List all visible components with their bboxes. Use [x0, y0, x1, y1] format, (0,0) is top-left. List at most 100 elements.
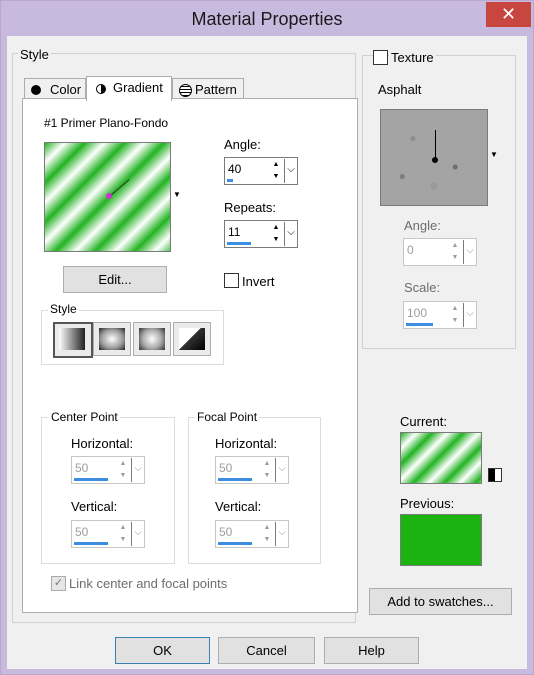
- angle-label: Angle:: [224, 137, 261, 152]
- texture-angle-value: 0: [407, 243, 414, 257]
- previous-swatch[interactable]: [400, 514, 482, 566]
- center-horizontal-arrows: ▲ ▼: [117, 458, 129, 482]
- texture-angle-spinner[interactable]: 0 ▲ ▼ ⌵: [403, 238, 477, 266]
- angle-spinner[interactable]: 40 ▲ ▼ ⌵: [224, 157, 298, 185]
- center-vertical-bar: [74, 542, 108, 545]
- rectangular-style-icon: [99, 328, 125, 350]
- tab-gradient-label: Gradient: [113, 80, 163, 95]
- window-title: Material Properties: [191, 9, 343, 29]
- swap-materials-icon[interactable]: [488, 468, 502, 482]
- center-vertical-arrows: ▲ ▼: [117, 522, 129, 546]
- style-sunburst-button[interactable]: [133, 322, 171, 356]
- focal-horizontal-bar: [218, 478, 252, 481]
- texture-scale-up-arrow-icon[interactable]: ▲: [449, 303, 461, 314]
- texture-angle-dropdown-icon[interactable]: ⌵: [463, 240, 476, 264]
- center-vertical-down-arrow-icon[interactable]: ▼: [117, 534, 129, 545]
- angle-up-arrow-icon[interactable]: ▲: [270, 159, 282, 170]
- repeats-down-arrow-icon[interactable]: ▼: [270, 234, 282, 245]
- angle-value: 40: [228, 162, 242, 176]
- angle-bar: [227, 179, 233, 182]
- texture-scale-bar: [406, 323, 433, 326]
- center-horizontal-dropdown-icon[interactable]: ⌵: [131, 458, 144, 482]
- sunburst-style-icon: [139, 328, 165, 350]
- gradient-center-marker[interactable]: [106, 193, 112, 199]
- focal-vertical-down-arrow-icon[interactable]: ▼: [261, 534, 273, 545]
- texture-preview[interactable]: [380, 109, 488, 206]
- linear-style-icon: [59, 328, 85, 350]
- texture-scale-spinner[interactable]: 100 ▲ ▼ ⌵: [403, 301, 477, 329]
- angle-arrows: ▲ ▼: [270, 159, 282, 183]
- texture-name: Asphalt: [378, 82, 422, 97]
- center-horizontal-spinner[interactable]: 50 ▲ ▼ ⌵: [71, 456, 145, 484]
- title-bar[interactable]: Material Properties ✕: [1, 1, 533, 36]
- center-vertical-dropdown-icon[interactable]: ⌵: [131, 522, 144, 546]
- gradient-dropdown-arrow[interactable]: ▼: [173, 190, 181, 199]
- center-horizontal-up-arrow-icon[interactable]: ▲: [117, 458, 129, 469]
- close-button[interactable]: ✕: [486, 2, 531, 27]
- focal-vertical-up-arrow-icon[interactable]: ▲: [261, 522, 273, 533]
- invert-label: Invert: [242, 274, 275, 289]
- invert-checkbox[interactable]: [224, 273, 239, 288]
- texture-angle-label: Angle:: [404, 218, 441, 233]
- center-horizontal-down-arrow-icon[interactable]: ▼: [117, 470, 129, 481]
- repeats-label: Repeats:: [224, 200, 277, 215]
- repeats-up-arrow-icon[interactable]: ▲: [270, 222, 282, 233]
- link-points-checkbox[interactable]: ✓: [51, 576, 66, 591]
- focal-horizontal-value: 50: [219, 461, 233, 475]
- help-button[interactable]: Help: [324, 637, 419, 664]
- edit-button[interactable]: Edit...: [63, 266, 167, 293]
- center-vertical-up-arrow-icon[interactable]: ▲: [117, 522, 129, 533]
- style-linear-button[interactable]: [53, 322, 93, 358]
- texture-scale-label: Scale:: [404, 280, 441, 295]
- center-vertical-value: 50: [75, 525, 89, 539]
- texture-checkbox[interactable]: [373, 50, 388, 65]
- focal-vertical-dropdown-icon[interactable]: ⌵: [275, 522, 288, 546]
- style-group-label: Style: [18, 47, 51, 62]
- texture-scale-arrows: ▲ ▼: [449, 303, 461, 327]
- gradient-preview[interactable]: [44, 142, 171, 252]
- previous-label: Previous:: [400, 496, 455, 511]
- focal-horizontal-spinner[interactable]: 50 ▲ ▼ ⌵: [215, 456, 289, 484]
- style-radial-button[interactable]: [173, 322, 211, 356]
- texture-angle-up-arrow-icon[interactable]: ▲: [449, 240, 461, 251]
- focal-horizontal-arrows: ▲ ▼: [261, 458, 273, 482]
- material-properties-window: Material Properties ✕ Style Color Gradie…: [0, 0, 534, 675]
- add-to-swatches-button[interactable]: Add to swatches...: [369, 588, 512, 615]
- current-swatch[interactable]: [400, 432, 482, 484]
- center-point-label: Center Point: [49, 410, 120, 424]
- gradient-style-label: Style: [48, 302, 79, 316]
- link-points-label: Link center and focal points: [69, 576, 228, 591]
- repeats-value: 11: [228, 225, 241, 239]
- texture-label: Texture: [389, 50, 436, 65]
- tab-gradient[interactable]: Gradient: [86, 76, 172, 101]
- angle-dropdown-icon[interactable]: ⌵: [284, 159, 297, 183]
- focal-horizontal-label: Horizontal:: [215, 436, 278, 451]
- center-vertical-spinner[interactable]: 50 ▲ ▼ ⌵: [71, 520, 145, 548]
- texture-center-marker[interactable]: [432, 157, 438, 163]
- angle-down-arrow-icon[interactable]: ▼: [270, 171, 282, 182]
- focal-vertical-label: Vertical:: [215, 499, 262, 514]
- center-horizontal-label: Horizontal:: [71, 436, 134, 451]
- focal-vertical-spinner[interactable]: 50 ▲ ▼ ⌵: [215, 520, 289, 548]
- ok-button[interactable]: OK: [115, 637, 210, 664]
- pattern-icon: [179, 84, 192, 97]
- texture-dropdown-arrow[interactable]: ▼: [490, 150, 498, 159]
- texture-scale-down-arrow-icon[interactable]: ▼: [449, 315, 461, 326]
- half-circle-icon: [96, 84, 106, 94]
- texture-scale-dropdown-icon[interactable]: ⌵: [463, 303, 476, 327]
- focal-vertical-bar: [218, 542, 252, 545]
- texture-angle-handle[interactable]: [435, 130, 436, 160]
- focal-horizontal-down-arrow-icon[interactable]: ▼: [261, 470, 273, 481]
- radial-style-icon: [179, 328, 205, 350]
- style-rectangular-button[interactable]: [93, 322, 131, 356]
- repeats-spinner[interactable]: 11 ▲ ▼ ⌵: [224, 220, 298, 248]
- focal-horizontal-up-arrow-icon[interactable]: ▲: [261, 458, 273, 469]
- texture-angle-down-arrow-icon[interactable]: ▼: [449, 252, 461, 263]
- repeats-dropdown-icon[interactable]: ⌵: [284, 222, 297, 246]
- texture-scale-value: 100: [407, 306, 428, 320]
- repeats-arrows: ▲ ▼: [270, 222, 282, 246]
- focal-horizontal-dropdown-icon[interactable]: ⌵: [275, 458, 288, 482]
- gradient-name: #1 Primer Plano-Fondo: [44, 116, 169, 130]
- cancel-button[interactable]: Cancel: [218, 637, 315, 664]
- center-horizontal-bar: [74, 478, 108, 481]
